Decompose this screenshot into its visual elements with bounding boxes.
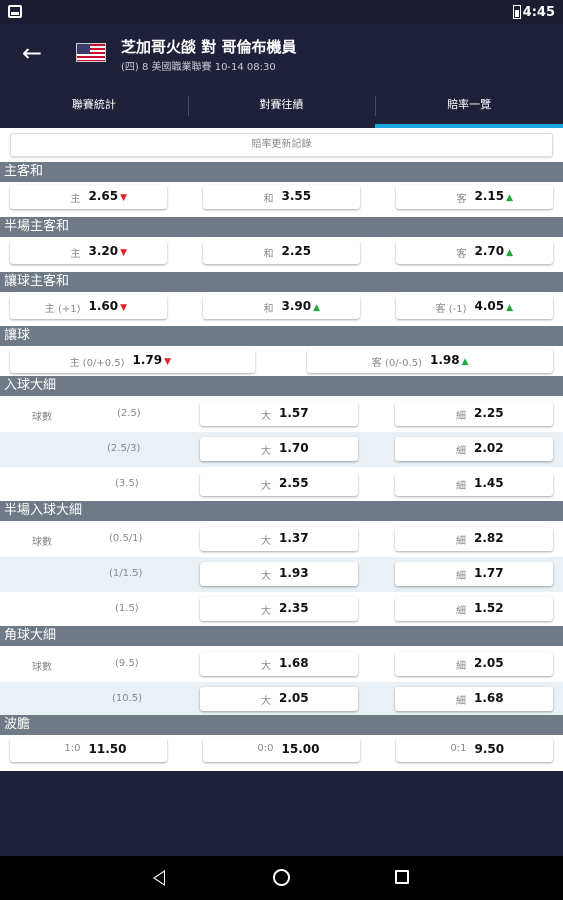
- section-header-corner-over-under: 角球大細: [0, 626, 563, 646]
- odds-under[interactable]: 細 1.77: [395, 562, 553, 586]
- odds-over[interactable]: 大 1.70: [200, 437, 358, 461]
- odds-under[interactable]: 細 2.02: [395, 437, 553, 461]
- odds-home[interactable]: 主 (0/+0.5) 1.79 ▼: [10, 349, 255, 373]
- hou-row: (1.5) 大 2.35 細 1.52: [0, 592, 563, 627]
- up-arrow-icon: ▲: [313, 303, 321, 313]
- odds-over[interactable]: 大 2.35: [200, 597, 358, 621]
- odds-away[interactable]: 客 2.15 ▲: [396, 185, 553, 209]
- odds-away[interactable]: 客 (-1) 4.05 ▲: [396, 295, 553, 319]
- match-title: 芝加哥火燄 對 哥倫布機員: [121, 38, 297, 56]
- section-header-1x2: 主客和: [0, 162, 563, 182]
- tab-head-to-head[interactable]: 對賽往績: [187, 88, 376, 128]
- odds-under[interactable]: 細 2.05: [395, 652, 553, 676]
- odds-over[interactable]: 大 1.57: [200, 402, 358, 426]
- ou-row: (3.5) 大 2.55 細 1.45: [0, 467, 563, 502]
- odds-home[interactable]: 主 3.20 ▼: [10, 240, 167, 264]
- odds-over[interactable]: 大 1.68: [200, 652, 358, 676]
- gallery-icon: [8, 5, 22, 18]
- ou-row: 球數 (2.5) 大 1.57 細 2.25: [0, 397, 563, 432]
- down-arrow-icon: ▼: [164, 357, 172, 367]
- nav-home-icon[interactable]: [273, 869, 290, 886]
- odds-home[interactable]: 主 (+1) 1.60 ▼: [10, 295, 167, 319]
- hou-row: (1/1.5) 大 1.93 細 1.77: [0, 557, 563, 592]
- odds-over[interactable]: 大 2.05: [200, 687, 358, 711]
- section-header-half-over-under: 半場入球大細: [0, 501, 563, 521]
- battery-icon: [513, 5, 521, 19]
- odds-draw[interactable]: 和 3.90 ▲: [203, 295, 360, 319]
- section-header-correct-score: 波膽: [0, 715, 563, 735]
- odds-under[interactable]: 細 2.82: [395, 527, 553, 551]
- odds-score[interactable]: 0:0 15.00: [203, 738, 360, 762]
- clock: 4:45: [522, 5, 555, 20]
- odds-under[interactable]: 細 1.68: [395, 687, 553, 711]
- android-nav-bar: [0, 856, 563, 900]
- section-header-over-under: 入球大細: [0, 376, 563, 396]
- section-header-handicap: 讓球: [0, 326, 563, 346]
- corner-row: (10.5) 大 2.05 細 1.68: [0, 682, 563, 717]
- corner-row: 球數 (9.5) 大 1.68 細 2.05: [0, 647, 563, 682]
- odds-under[interactable]: 細 1.52: [395, 597, 553, 621]
- up-arrow-icon: ▲: [506, 193, 514, 203]
- down-arrow-icon: ▼: [120, 193, 128, 203]
- status-bar: 4:45: [0, 0, 563, 24]
- down-arrow-icon: ▼: [120, 248, 128, 258]
- section-header-half-1x2: 半場主客和: [0, 217, 563, 237]
- odds-under[interactable]: 細 1.45: [395, 472, 553, 496]
- tab-odds[interactable]: 賠率一覽: [375, 88, 563, 128]
- back-arrow-icon[interactable]: ←: [22, 40, 50, 68]
- odds-score[interactable]: 1:0 11.50: [10, 738, 167, 762]
- up-arrow-icon: ▲: [461, 357, 469, 367]
- ou-row: (2.5/3) 大 1.70 細 2.02: [0, 432, 563, 467]
- nav-back-icon[interactable]: [153, 870, 165, 886]
- odds-content: 賠率更新記錄 主客和 主 2.65 ▼ 和 3.55 客 2.15 ▲ 半場主客和 …: [0, 128, 563, 771]
- odds-draw[interactable]: 和 3.55: [203, 185, 360, 209]
- odds-over[interactable]: 大 1.37: [200, 527, 358, 551]
- odds-update-history-button[interactable]: 賠率更新記錄: [10, 133, 553, 157]
- odds-away[interactable]: 客 (0/-0.5) 1.98 ▲: [307, 349, 553, 373]
- nav-recents-icon[interactable]: [395, 870, 409, 884]
- usa-flag-icon: [76, 43, 106, 62]
- app-header: ← 芝加哥火燄 對 哥倫布機員 (四) 8 美國職業聯賽 10-14 08:30: [0, 24, 563, 88]
- odds-score[interactable]: 0:1 9.50: [396, 738, 553, 762]
- odds-away[interactable]: 客 2.70 ▲: [396, 240, 553, 264]
- odds-home[interactable]: 主 2.65 ▼: [10, 185, 167, 209]
- match-subtitle: (四) 8 美國職業聯賽 10-14 08:30: [121, 62, 276, 73]
- odds-draw[interactable]: 和 2.25: [203, 240, 360, 264]
- down-arrow-icon: ▼: [120, 303, 128, 313]
- section-header-handicap-1x2: 讓球主客和: [0, 272, 563, 292]
- tab-league-stats[interactable]: 聯賽統計: [0, 88, 188, 128]
- odds-over[interactable]: 大 2.55: [200, 472, 358, 496]
- up-arrow-icon: ▲: [506, 248, 514, 258]
- odds-under[interactable]: 細 2.25: [395, 402, 553, 426]
- up-arrow-icon: ▲: [506, 303, 514, 313]
- hou-row: 球數 (0.5/1) 大 1.37 細 2.82: [0, 522, 563, 557]
- odds-over[interactable]: 大 1.93: [200, 562, 358, 586]
- tab-bar: 聯賽統計 對賽往績 賠率一覽: [0, 88, 563, 128]
